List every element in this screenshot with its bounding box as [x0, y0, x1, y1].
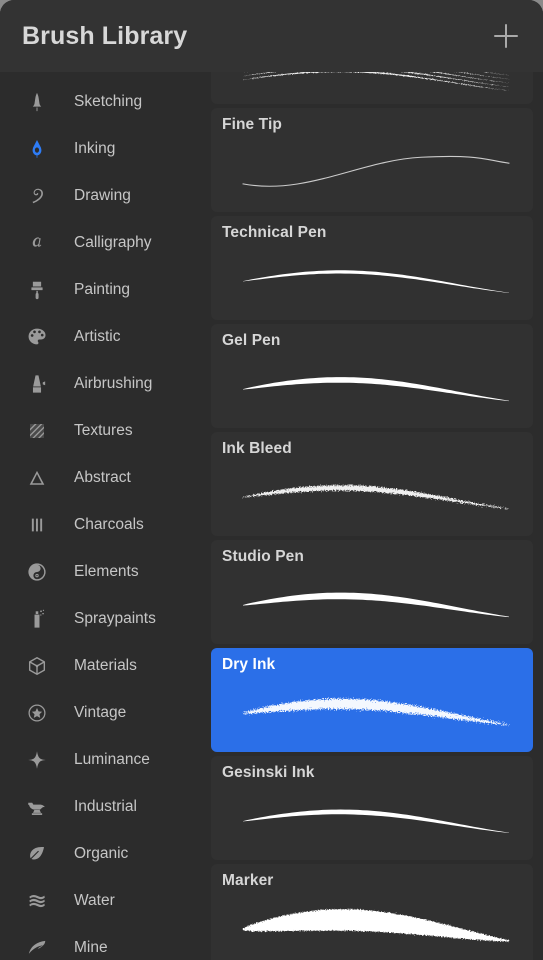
triangle-icon — [18, 467, 56, 489]
squiggle-icon — [18, 185, 56, 207]
sidebar-item-label: Sketching — [74, 92, 143, 110]
brush-name: Gel Pen — [222, 332, 281, 349]
panel-body: Sketching Inking Drawing Calligraphy Paintin… — [0, 72, 543, 960]
brush-card[interactable]: Gel Pen — [211, 324, 533, 428]
brush-list[interactable]: Fine Tip Technical Pen Gel Pen Ink Bleed Stu… — [211, 72, 543, 960]
brush-card[interactable]: Ink Bleed — [211, 432, 533, 536]
brush-card[interactable]: Technical Pen — [211, 216, 533, 320]
three-bars-icon — [18, 514, 56, 536]
star-circle-icon — [18, 702, 56, 724]
brush-library-panel: Brush Library Sketching Inking Drawing Call… — [0, 0, 543, 960]
page-title: Brush Library — [22, 21, 188, 50]
leaf-icon — [18, 843, 56, 865]
sidebar-item-charcoals[interactable]: Charcoals — [0, 501, 211, 548]
brush-stroke-preview — [211, 462, 533, 536]
ink-nib-icon — [18, 138, 56, 160]
sidebar-item-label: Artistic — [74, 327, 121, 345]
sidebar-item-label: Materials — [74, 656, 137, 674]
sidebar-item-inking[interactable]: Inking — [0, 125, 211, 172]
airbrush-icon — [18, 373, 56, 395]
brush-name: Technical Pen — [222, 224, 327, 241]
palette-icon — [18, 326, 56, 348]
cube-icon — [18, 655, 56, 677]
sidebar-item-label: Luminance — [74, 750, 150, 768]
brush-card-selected[interactable]: Dry Ink — [211, 648, 533, 752]
sidebar-item-materials[interactable]: Materials — [0, 642, 211, 689]
sidebar-item-label: Inking — [74, 139, 116, 157]
sidebar-item-label: Drawing — [74, 186, 131, 204]
sidebar-item-painting[interactable]: Painting — [0, 266, 211, 313]
brush-name: Fine Tip — [222, 116, 282, 133]
sidebar-item-vintage[interactable]: Vintage — [0, 689, 211, 736]
brush-name: Dry Ink — [222, 656, 276, 673]
sidebar-item-spraypaints[interactable]: Spraypaints — [0, 595, 211, 642]
hatched-square-icon — [18, 420, 56, 442]
pencil-tip-icon — [18, 91, 56, 113]
sidebar-item-calligraphy[interactable]: Calligraphy — [0, 219, 211, 266]
sidebar-item-label: Painting — [74, 280, 131, 298]
paintbrush-icon — [18, 279, 56, 301]
brush-name: Marker — [222, 872, 274, 889]
brush-name: Studio Pen — [222, 548, 304, 565]
brush-card[interactable]: Marker — [211, 864, 533, 960]
plus-icon[interactable] — [489, 19, 523, 53]
brush-card[interactable] — [211, 72, 533, 104]
sidebar-item-label: Airbrushing — [74, 374, 153, 392]
sidebar-item-label: Calligraphy — [74, 233, 152, 251]
sidebar-item-label: Industrial — [74, 797, 137, 815]
brush-stroke-preview — [211, 246, 533, 320]
anvil-icon — [18, 796, 56, 818]
waves-icon — [18, 890, 56, 912]
brush-stroke-preview — [211, 894, 533, 960]
yin-yang-icon — [18, 561, 56, 583]
brush-name: Gesinski Ink — [222, 764, 315, 781]
brush-card[interactable]: Studio Pen — [211, 540, 533, 644]
sidebar-item-label: Vintage — [74, 703, 127, 721]
sidebar-item-mine[interactable]: Mine — [0, 924, 211, 960]
spray-can-icon — [18, 608, 56, 630]
brush-stroke-preview — [211, 138, 533, 212]
sidebar-item-sketching[interactable]: Sketching — [0, 78, 211, 125]
sidebar-item-label: Textures — [74, 421, 133, 439]
sparkle-icon — [18, 749, 56, 771]
sidebar-item-label: Organic — [74, 844, 129, 862]
sidebar-item-textures[interactable]: Textures — [0, 407, 211, 454]
brush-card[interactable]: Fine Tip — [211, 108, 533, 212]
brush-stroke-preview — [211, 786, 533, 860]
category-sidebar[interactable]: Sketching Inking Drawing Calligraphy Paintin… — [0, 72, 211, 960]
sidebar-item-airbrushing[interactable]: Airbrushing — [0, 360, 211, 407]
brush-stroke-preview — [211, 570, 533, 644]
brush-stroke-preview — [211, 354, 533, 428]
sidebar-item-artistic[interactable]: Artistic — [0, 313, 211, 360]
brush-stroke-preview — [211, 678, 533, 752]
sidebar-item-water[interactable]: Water — [0, 877, 211, 924]
sidebar-item-organic[interactable]: Organic — [0, 830, 211, 877]
swoosh-icon — [18, 937, 56, 959]
sidebar-item-label: Elements — [74, 562, 139, 580]
sidebar-item-label: Spraypaints — [74, 609, 156, 627]
panel-header: Brush Library — [0, 0, 543, 72]
brush-card[interactable]: Gesinski Ink — [211, 756, 533, 860]
sidebar-item-label: Mine — [74, 938, 108, 956]
sidebar-item-industrial[interactable]: Industrial — [0, 783, 211, 830]
sidebar-item-abstract[interactable]: Abstract — [0, 454, 211, 501]
sidebar-item-label: Charcoals — [74, 515, 144, 533]
brush-stroke-preview — [211, 72, 533, 104]
sidebar-item-luminance[interactable]: Luminance — [0, 736, 211, 783]
sidebar-item-elements[interactable]: Elements — [0, 548, 211, 595]
sidebar-item-label: Water — [74, 891, 115, 909]
letter-a-icon — [18, 232, 56, 254]
sidebar-item-label: Abstract — [74, 468, 131, 486]
plus-icon-vertical-bar — [505, 24, 507, 48]
sidebar-item-drawing[interactable]: Drawing — [0, 172, 211, 219]
brush-name: Ink Bleed — [222, 440, 292, 457]
